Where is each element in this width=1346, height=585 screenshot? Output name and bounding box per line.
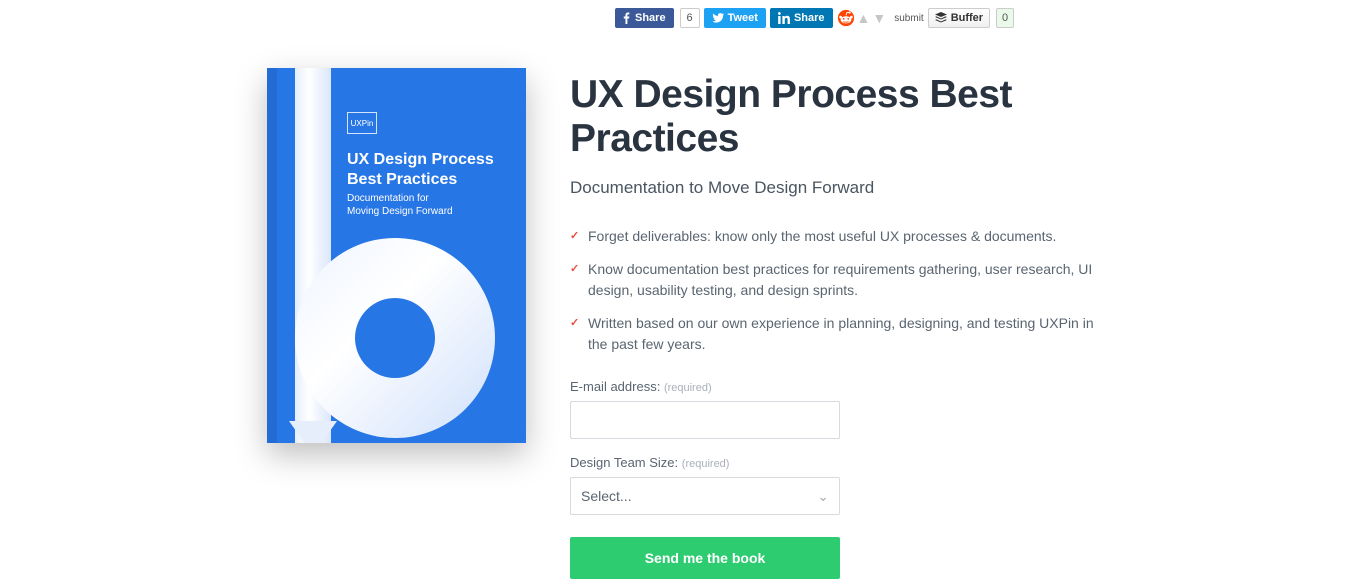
facebook-icon bbox=[623, 12, 630, 24]
email-label: E-mail address: bbox=[570, 379, 660, 394]
book-cover-title: UX Design Process Best Practices bbox=[347, 150, 506, 190]
reddit-upvote-icon[interactable]: ▲ bbox=[857, 10, 871, 26]
page-title: UX Design Process Best Practices bbox=[570, 73, 1100, 160]
email-field[interactable] bbox=[570, 401, 840, 439]
chevron-down-icon: ⌄ bbox=[817, 488, 829, 505]
team-size-select[interactable]: Select... ⌄ bbox=[570, 477, 840, 515]
facebook-share-count: 6 bbox=[680, 8, 700, 28]
reddit-downvote-icon[interactable]: ▼ bbox=[872, 10, 886, 26]
required-marker: (required) bbox=[664, 382, 712, 394]
facebook-share-label: Share bbox=[635, 12, 666, 24]
bullet-item: Know documentation best practices for re… bbox=[570, 259, 1100, 301]
required-marker: (required) bbox=[682, 458, 730, 470]
main-content: UX Design Process Best Practices Documen… bbox=[570, 73, 1100, 579]
facebook-share-button[interactable]: Share bbox=[615, 8, 674, 28]
linkedin-icon bbox=[778, 12, 790, 24]
buffer-share-count: 0 bbox=[996, 8, 1014, 28]
page-subtitle: Documentation to Move Design Forward bbox=[570, 178, 1100, 198]
book-logo: UXPin bbox=[347, 112, 377, 134]
book-cover-image: UXPin UX Design Process Best Practices D… bbox=[267, 68, 526, 443]
email-form-group: E-mail address: (required) bbox=[570, 379, 1100, 439]
select-placeholder: Select... bbox=[581, 488, 632, 504]
feature-bullets: Forget deliverables: know only the most … bbox=[570, 226, 1100, 355]
bullet-item: Written based on our own experience in p… bbox=[570, 313, 1100, 355]
twitter-icon bbox=[712, 13, 724, 23]
team-size-label-row: Design Team Size: (required) bbox=[570, 455, 1100, 470]
buffer-share-button[interactable]: Buffer bbox=[928, 8, 990, 28]
email-label-row: E-mail address: (required) bbox=[570, 379, 1100, 394]
submit-button[interactable]: Send me the book bbox=[570, 537, 840, 579]
bullet-item: Forget deliverables: know only the most … bbox=[570, 226, 1100, 247]
twitter-share-label: Tweet bbox=[728, 12, 758, 24]
reddit-submit-button[interactable]: submit bbox=[894, 13, 923, 24]
team-size-label: Design Team Size: bbox=[570, 455, 678, 470]
book-spine bbox=[267, 68, 277, 443]
reddit-icon bbox=[837, 9, 855, 27]
buffer-icon bbox=[935, 12, 947, 24]
buffer-share-label: Buffer bbox=[951, 12, 983, 24]
linkedin-share-label: Share bbox=[794, 12, 825, 24]
team-size-form-group: Design Team Size: (required) Select... ⌄ bbox=[570, 455, 1100, 515]
book-cover-subtitle: Documentation for Moving Design Forward bbox=[347, 192, 496, 218]
reddit-share-widget: ▲ ▼ submit bbox=[837, 8, 924, 28]
twitter-share-button[interactable]: Tweet bbox=[704, 8, 766, 28]
share-bar: Share 6 Tweet Share ▲ ▼ submit Buffer 0 bbox=[615, 8, 1014, 28]
linkedin-share-button[interactable]: Share bbox=[770, 8, 833, 28]
